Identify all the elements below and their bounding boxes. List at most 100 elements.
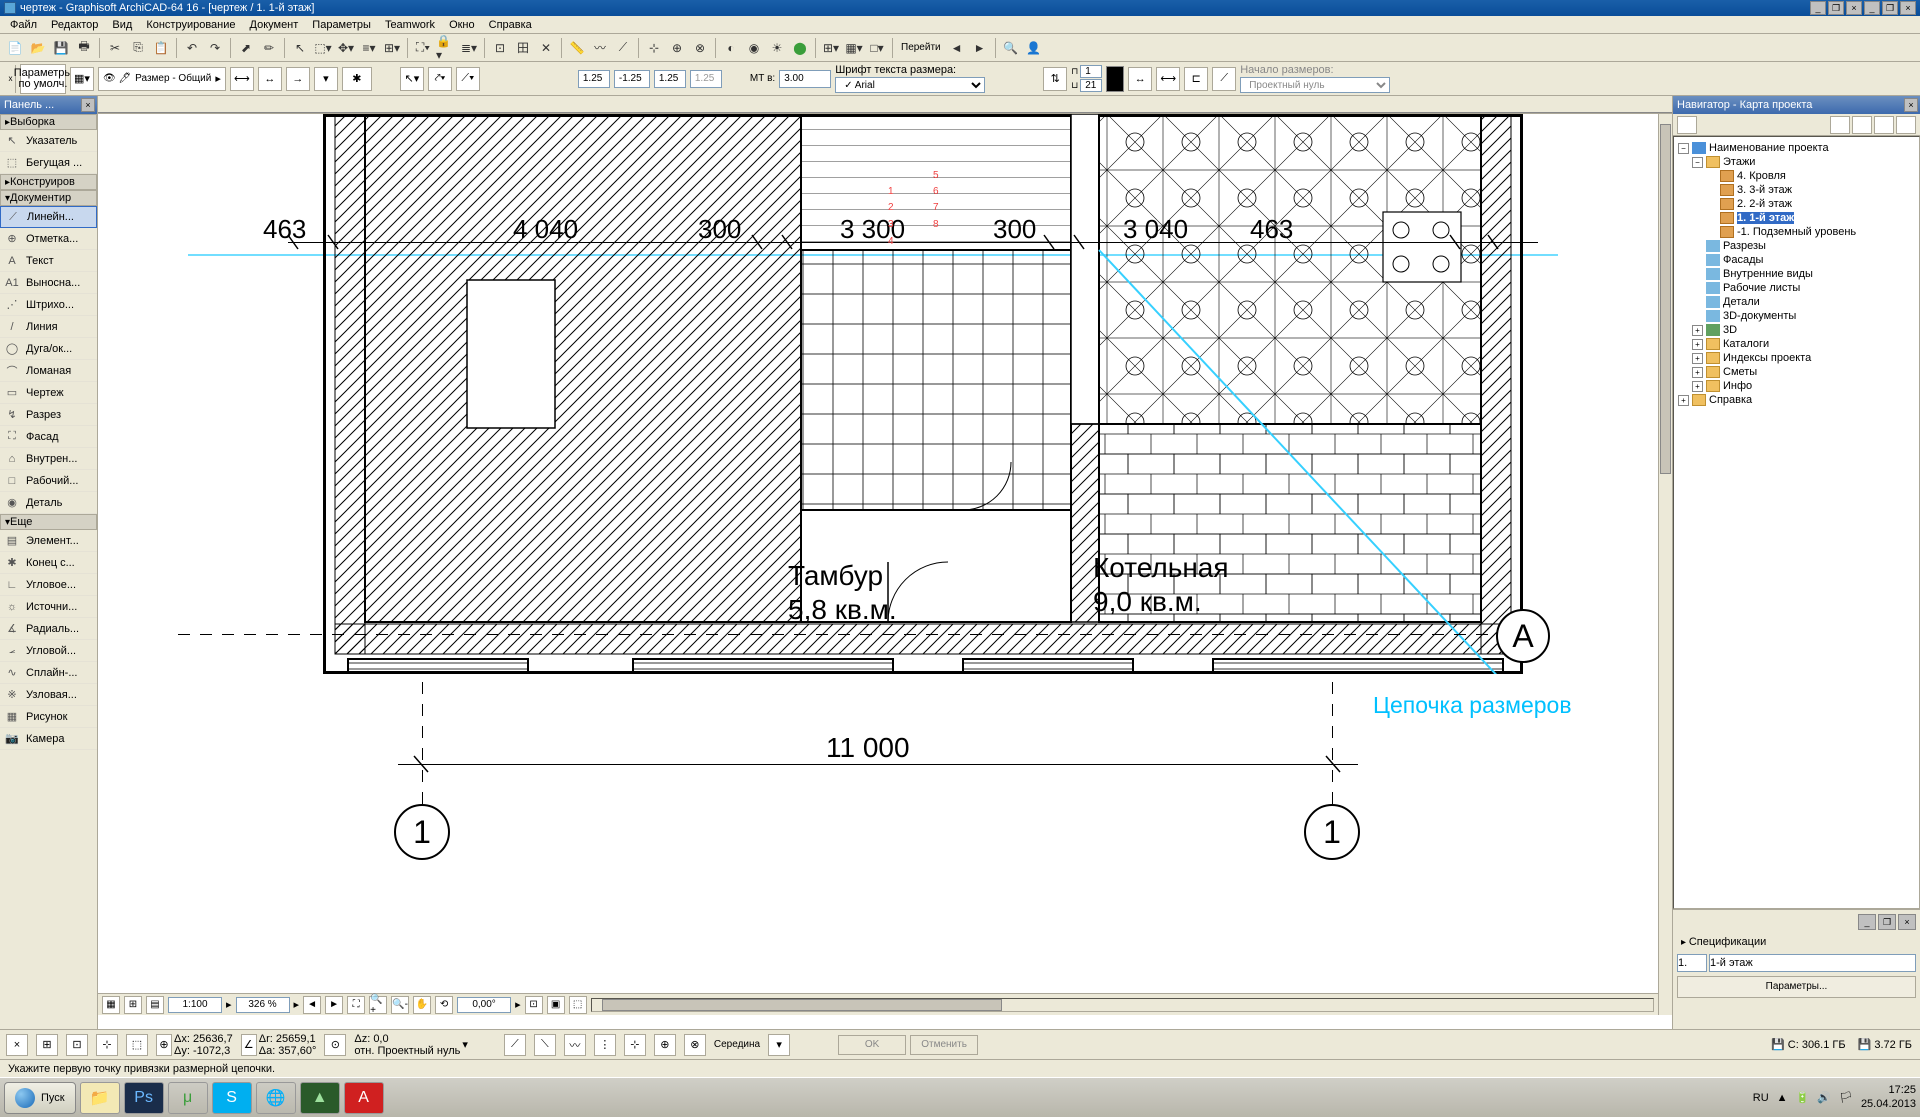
tool-wallend[interactable]: ✱Конец с... bbox=[0, 552, 97, 574]
zoom-pan[interactable]: ✋ bbox=[413, 996, 431, 1014]
dim-type2[interactable]: ⟷ bbox=[1156, 67, 1180, 91]
dim-val2[interactable] bbox=[614, 70, 650, 88]
dim-style1[interactable]: ⟷ bbox=[230, 67, 254, 91]
task-chrome[interactable]: 🌐 bbox=[256, 1082, 296, 1114]
tool-pointer[interactable]: ↖Указатель bbox=[0, 130, 97, 152]
coord-btn3[interactable]: ⊹ bbox=[96, 1034, 118, 1056]
task-acrobat[interactable]: A bbox=[344, 1082, 384, 1114]
tree-interior[interactable]: Внутренние виды bbox=[1678, 267, 1915, 281]
layer-selector[interactable]: 👁 🖊Размер - Общий▸ bbox=[98, 67, 226, 91]
snap3-button[interactable]: ⊗ bbox=[689, 37, 711, 59]
tree-lists[interactable]: +Сметы bbox=[1678, 365, 1915, 379]
menu-teamwork[interactable]: Teamwork bbox=[379, 17, 441, 33]
tree-story-4[interactable]: 4. Кровля bbox=[1678, 169, 1915, 183]
menu-window[interactable]: Окно bbox=[443, 17, 481, 33]
task-explorer[interactable]: 📁 bbox=[80, 1082, 120, 1114]
drawing-canvas[interactable]: 463 4 040 300 3 300 300 3 040 463 8 7 6 … bbox=[98, 114, 1672, 1029]
nav-max[interactable]: ❐ bbox=[1878, 914, 1896, 930]
start-button[interactable]: Пуск bbox=[4, 1082, 76, 1114]
tool-fill[interactable]: ⋰Штрихо... bbox=[0, 294, 97, 316]
drag-button[interactable]: ✥▾ bbox=[335, 37, 357, 59]
tree-schedules[interactable]: +Каталоги bbox=[1678, 337, 1915, 351]
ok-button[interactable]: OK bbox=[838, 1035, 906, 1055]
tree-story-2[interactable]: 2. 2-й этаж bbox=[1678, 197, 1915, 211]
arrow-up-down[interactable]: ⇅ bbox=[1043, 67, 1067, 91]
marquee-button[interactable]: ⬚▾ bbox=[312, 37, 334, 59]
magic-wand-button[interactable]: ✏ bbox=[258, 37, 280, 59]
coord-toggle[interactable]: × bbox=[6, 1034, 28, 1056]
v-scrollbar[interactable] bbox=[1658, 114, 1672, 1015]
menu-view[interactable]: Вид bbox=[106, 17, 138, 33]
tree-story-3[interactable]: 3. 3-й этаж bbox=[1678, 183, 1915, 197]
coord-btn4[interactable]: ⬚ bbox=[126, 1034, 148, 1056]
angle-display[interactable] bbox=[457, 997, 511, 1013]
h-scrollbar[interactable] bbox=[591, 998, 1654, 1012]
group-selection[interactable]: ▸ Выборка bbox=[0, 114, 97, 130]
snap-btn3[interactable]: 〰 bbox=[564, 1034, 586, 1056]
tool-figure[interactable]: ▦Рисунок bbox=[0, 706, 97, 728]
dim-marker[interactable]: ✱ bbox=[342, 67, 372, 91]
toolbox-close[interactable]: × bbox=[81, 98, 95, 112]
tree-indexes[interactable]: +Индексы проекта bbox=[1678, 351, 1915, 365]
default-params-button[interactable]: Параметры по умолч. bbox=[20, 64, 66, 94]
dim-style3[interactable]: → bbox=[286, 67, 310, 91]
snap-btn6[interactable]: ⊕ bbox=[654, 1034, 676, 1056]
snap-btn1[interactable]: ⟋ bbox=[504, 1034, 526, 1056]
dropdown1[interactable]: ▦▾ bbox=[70, 67, 94, 91]
goto-back-button[interactable]: ◄ bbox=[946, 37, 968, 59]
zoom-x2[interactable]: ▣ bbox=[547, 996, 565, 1014]
mdi-maximize-button[interactable]: ❐ bbox=[1882, 1, 1898, 15]
group-more[interactable]: ▾ Еще bbox=[0, 514, 97, 530]
zoom-in[interactable]: 🔍+ bbox=[369, 996, 387, 1014]
tool-detail[interactable]: ◉Деталь bbox=[0, 492, 97, 514]
show-button[interactable]: ◐ bbox=[720, 37, 742, 59]
coord-btn5[interactable]: ⊙ bbox=[324, 1034, 346, 1056]
tool-arc[interactable]: ◯Дуга/ок... bbox=[0, 338, 97, 360]
mirror-button[interactable]: ≡▾ bbox=[358, 37, 380, 59]
zoom-orbit[interactable]: ⟲ bbox=[435, 996, 453, 1014]
tool-element[interactable]: ▤Элемент... bbox=[0, 530, 97, 552]
minimize-button[interactable]: _ bbox=[1810, 1, 1826, 15]
task-archicad[interactable]: ▲ bbox=[300, 1082, 340, 1114]
font-selector[interactable]: ✓ Arial bbox=[835, 77, 985, 93]
tray-icon4[interactable]: 🏳 bbox=[1839, 1091, 1853, 1104]
menu-options[interactable]: Параметры bbox=[306, 17, 377, 33]
tree-help[interactable]: +Справка bbox=[1678, 393, 1915, 407]
ruler-button[interactable]: 〰 bbox=[589, 37, 611, 59]
tool-light[interactable]: ☼Источни... bbox=[0, 596, 97, 618]
group-construct[interactable]: ▸ Конструиров bbox=[0, 174, 97, 190]
open-button[interactable]: 📂 bbox=[27, 37, 49, 59]
tool-line[interactable]: /Линия bbox=[0, 316, 97, 338]
tool-spline[interactable]: ∿Сплайн-... bbox=[0, 662, 97, 684]
dim-witness[interactable]: ⟋▾ bbox=[456, 67, 480, 91]
dim-type1[interactable]: ↔ bbox=[1128, 67, 1152, 91]
sun-button[interactable]: ☀ bbox=[766, 37, 788, 59]
zoom-next[interactable]: ► bbox=[325, 996, 343, 1014]
menu-file[interactable]: Файл bbox=[4, 17, 43, 33]
redo-button[interactable]: ↷ bbox=[204, 37, 226, 59]
tool-worksheet[interactable]: □Рабочий... bbox=[0, 470, 97, 492]
camera-button[interactable]: ⬤ bbox=[789, 37, 811, 59]
menu-help[interactable]: Справка bbox=[483, 17, 538, 33]
tool-interior[interactable]: ⌂Внутрен... bbox=[0, 448, 97, 470]
more-button[interactable]: 👤 bbox=[1023, 37, 1045, 59]
print-button[interactable]: 🖶 bbox=[73, 37, 95, 59]
view-button[interactable]: ⊞▾ bbox=[820, 37, 842, 59]
tool-text[interactable]: AТекст bbox=[0, 250, 97, 272]
grid-button[interactable]: 田 bbox=[512, 37, 534, 59]
tray-icon3[interactable]: 🔊 bbox=[1817, 1091, 1831, 1104]
tree-worksheets[interactable]: Рабочие листы bbox=[1678, 281, 1915, 295]
cut-button[interactable]: ✂ bbox=[104, 37, 126, 59]
zoom-display[interactable] bbox=[236, 997, 290, 1013]
clock[interactable]: 17:2525.04.2013 bbox=[1861, 1084, 1916, 1110]
copy-button[interactable]: ⎘ bbox=[127, 37, 149, 59]
snap-btn5[interactable]: ⊹ bbox=[624, 1034, 646, 1056]
zoom-opt2[interactable]: ⊞ bbox=[124, 996, 142, 1014]
floor-num-input[interactable] bbox=[1677, 954, 1707, 972]
zoom-prev[interactable]: ◄ bbox=[303, 996, 321, 1014]
origin-selector[interactable]: Проектный нуль bbox=[1240, 77, 1390, 93]
nav-btn2[interactable] bbox=[1830, 116, 1850, 134]
view3-button[interactable]: □▾ bbox=[866, 37, 888, 59]
tool-marquee[interactable]: ⬚Бегущая ... bbox=[0, 152, 97, 174]
dim-type4[interactable]: ⟋ bbox=[1212, 67, 1236, 91]
